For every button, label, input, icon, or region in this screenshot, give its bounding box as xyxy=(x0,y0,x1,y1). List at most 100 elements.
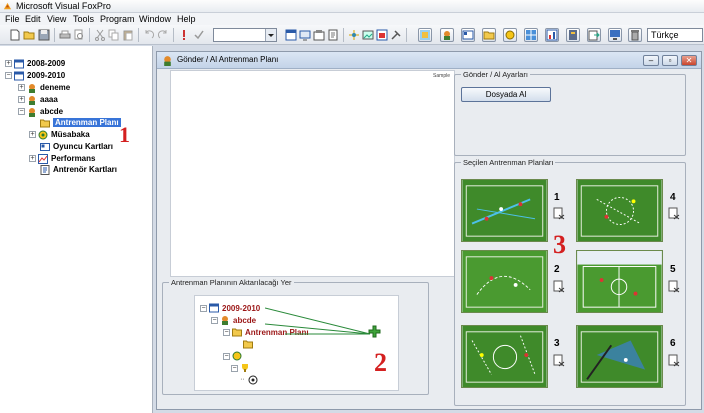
class-browser-button[interactable] xyxy=(347,28,361,42)
plan-thumbnail-4[interactable] xyxy=(576,179,663,242)
app-button-8[interactable] xyxy=(566,28,580,42)
toolbar-dropdown[interactable] xyxy=(213,28,277,42)
settings-group-title: Gönder / Al Ayarları xyxy=(463,70,528,79)
app-button-11[interactable] xyxy=(628,28,642,42)
settings-group: Gönder / Al Ayarları Dosyada Al xyxy=(454,70,686,156)
menu-file[interactable]: File xyxy=(5,14,20,24)
app-button-3[interactable] xyxy=(461,28,475,42)
tree-node-aaaa[interactable]: + aaaa xyxy=(18,94,58,105)
collapse-icon[interactable]: − xyxy=(18,108,25,115)
tree-node-2008-2009[interactable]: + 2008-2009 xyxy=(5,58,65,69)
tools-icon xyxy=(391,30,401,40)
report-button[interactable] xyxy=(326,28,340,42)
modify-button[interactable] xyxy=(192,28,206,42)
tree-node-performans[interactable]: + Performans xyxy=(29,153,95,164)
properties-button[interactable] xyxy=(312,28,326,42)
target-node-ball[interactable]: ·· xyxy=(239,375,261,385)
print-button[interactable] xyxy=(58,28,72,42)
target-node-abcde[interactable]: − abcde xyxy=(211,315,256,325)
menu-help[interactable]: Help xyxy=(177,14,196,24)
selected-plans-title: Seçilen Antrenman Planları xyxy=(463,158,554,167)
plan-thumbnail-5[interactable] xyxy=(576,250,663,313)
command-window-button[interactable] xyxy=(284,28,298,42)
new-file-button[interactable] xyxy=(8,28,22,42)
collapse-icon[interactable]: − xyxy=(5,72,12,79)
plan-number-2: 2 xyxy=(554,264,560,275)
app-button-2[interactable] xyxy=(440,28,454,42)
send-receive-window: Gönder / Al Antrenman Planı – ▫ ✕ Sample… xyxy=(156,51,702,410)
plan-thumbnail-2[interactable] xyxy=(461,250,548,313)
collapse-icon[interactable]: − xyxy=(211,316,218,324)
print-preview-button[interactable] xyxy=(72,28,86,42)
paste-button[interactable] xyxy=(121,28,135,42)
redo-icon xyxy=(157,30,167,39)
dosyada-al-button[interactable]: Dosyada Al xyxy=(461,87,551,102)
annotation-number-3: 3 xyxy=(553,230,566,259)
plan-thumbnail-6[interactable] xyxy=(576,325,663,388)
collapse-icon[interactable]: − xyxy=(223,352,230,360)
app-button-10[interactable] xyxy=(608,28,622,42)
task-list-button[interactable] xyxy=(375,28,389,42)
open-button[interactable] xyxy=(22,28,36,42)
remove-plan-icon[interactable] xyxy=(668,354,681,367)
tree-node-2009-2010[interactable]: − 2009-2010 xyxy=(5,70,65,81)
code-references-button[interactable] xyxy=(361,28,375,42)
chevron-down-icon[interactable] xyxy=(265,29,276,41)
plan-thumbnail-1[interactable] xyxy=(461,179,548,242)
add-plus-icon[interactable] xyxy=(368,325,381,338)
toolbox-button[interactable] xyxy=(389,28,403,42)
expand-icon[interactable]: + xyxy=(29,131,36,138)
app-button-6[interactable] xyxy=(524,28,538,42)
target-node-2009-2010[interactable]: − 2009-2010 xyxy=(200,303,260,313)
app-button-5[interactable] xyxy=(503,28,517,42)
preview-label: Sample xyxy=(433,73,450,79)
expand-icon[interactable]: + xyxy=(18,84,25,91)
tree-node-musabaka[interactable]: + Müsabaka xyxy=(29,129,90,140)
menu-edit[interactable]: Edit xyxy=(25,14,41,24)
plan-thumbnail-3[interactable] xyxy=(461,325,548,388)
remove-plan-icon[interactable] xyxy=(553,207,566,220)
team-icon xyxy=(222,316,228,325)
plan-number-3: 3 xyxy=(554,338,560,349)
restore-button[interactable]: ▫ xyxy=(662,55,678,66)
task-window-icon xyxy=(376,29,388,41)
remove-plan-icon[interactable] xyxy=(668,207,681,220)
collapse-icon[interactable]: − xyxy=(223,328,230,336)
remove-plan-icon[interactable] xyxy=(553,280,566,293)
undo-button[interactable] xyxy=(142,28,156,42)
target-node-cup[interactable]: − xyxy=(231,363,253,373)
save-button[interactable] xyxy=(37,28,51,42)
remove-plan-icon[interactable] xyxy=(553,354,566,367)
data-session-button[interactable] xyxy=(298,28,312,42)
target-node-musabaka[interactable]: − xyxy=(223,351,245,361)
trash-icon xyxy=(631,30,639,41)
menu-window[interactable]: Window xyxy=(139,14,171,24)
copy-button[interactable] xyxy=(107,28,121,42)
app-button-9[interactable] xyxy=(587,28,601,42)
minimize-button[interactable]: – xyxy=(643,55,659,66)
close-button[interactable]: ✕ xyxy=(681,55,697,66)
redo-button[interactable] xyxy=(156,28,170,42)
new-file-icon xyxy=(10,29,20,41)
cut-button[interactable] xyxy=(93,28,107,42)
app-button-1[interactable] xyxy=(418,28,432,42)
tree-node-antrenman-plani[interactable]: Antrenman Planı xyxy=(40,117,121,128)
expand-icon[interactable]: + xyxy=(18,96,25,103)
expand-icon[interactable]: + xyxy=(5,60,12,67)
remove-plan-icon[interactable] xyxy=(668,280,681,293)
tree-node-abcde[interactable]: − abcde xyxy=(18,106,63,117)
tree-node-oyuncu-kartlari[interactable]: Oyuncu Kartları xyxy=(40,141,113,152)
properties-icon xyxy=(313,30,325,41)
menu-tools[interactable]: Tools xyxy=(73,14,94,24)
collapse-icon[interactable]: − xyxy=(200,304,207,312)
run-button[interactable] xyxy=(177,28,191,42)
collapse-icon[interactable]: − xyxy=(231,364,238,372)
menu-view[interactable]: View xyxy=(47,14,66,24)
expand-icon[interactable]: + xyxy=(29,155,36,162)
menu-program[interactable]: Program xyxy=(100,14,135,24)
tree-node-antrenor-kartlari[interactable]: Antrenör Kartları xyxy=(40,164,117,175)
app-button-7[interactable] xyxy=(545,28,559,42)
language-field[interactable]: Türkçe xyxy=(647,28,703,42)
tree-node-deneme[interactable]: + deneme xyxy=(18,82,70,93)
app-button-4[interactable] xyxy=(482,28,496,42)
